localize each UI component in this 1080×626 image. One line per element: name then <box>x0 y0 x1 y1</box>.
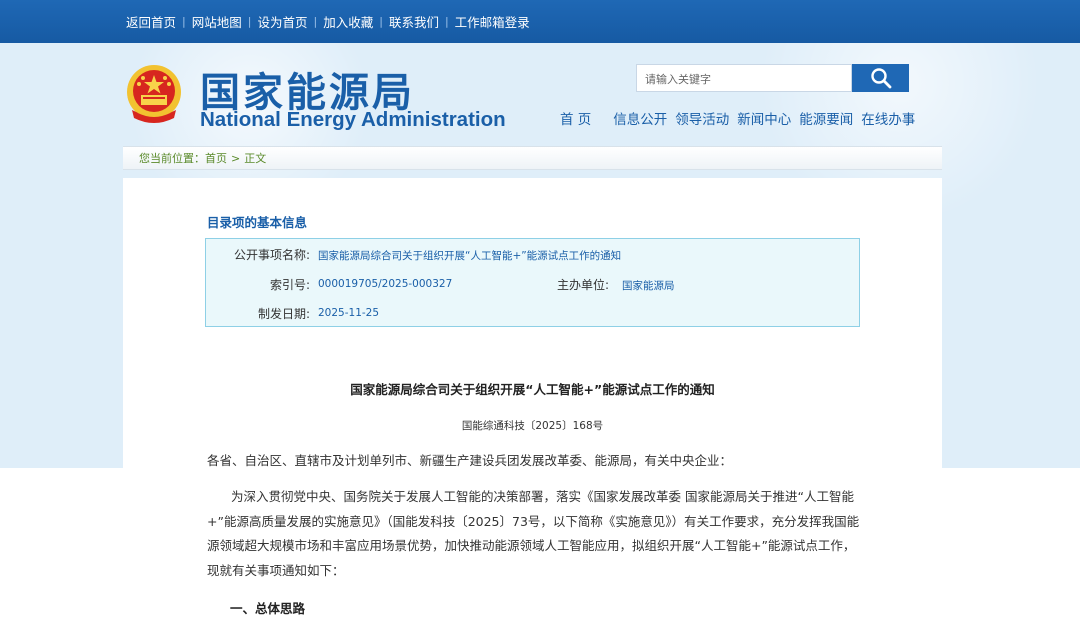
breadcrumb-separator: > <box>231 151 241 165</box>
nav-news-center[interactable]: 新闻中心 <box>737 108 791 128</box>
host-unit-value: 国家能源局 <box>622 280 675 292</box>
top-link-contact[interactable]: 联系我们 <box>389 12 439 31</box>
search-button[interactable] <box>852 64 909 92</box>
index-number-label: 索引号: <box>269 278 310 292</box>
top-link-separator: | <box>444 15 449 28</box>
nav-energy-news[interactable]: 能源要闻 <box>799 108 853 128</box>
breadcrumb-prefix: 您当前位置： <box>139 152 205 165</box>
top-link-separator: | <box>379 15 383 28</box>
breadcrumb-home[interactable]: 首页 <box>205 150 227 166</box>
nav-leader-activities[interactable]: 领导活动 <box>675 108 729 128</box>
document-number: 国能综通科技〔2025〕168号 <box>461 420 604 432</box>
top-link-separator: | <box>313 15 318 28</box>
top-link-set-homepage[interactable]: 设为首页 <box>257 12 307 31</box>
top-link-favorites[interactable]: 加入收藏 <box>323 12 373 31</box>
top-link-separator: | <box>182 15 186 28</box>
breadcrumb-current: 正文 <box>244 152 267 165</box>
search-icon <box>870 68 891 89</box>
document-section-heading: 一、总体思路 <box>230 601 306 616</box>
index-number-value: 000019705/2025-000327 <box>318 278 453 290</box>
search-input[interactable]: 请输入关键字 <box>636 64 852 92</box>
document-body-paragraph: 为深入贯彻党中央、国务院关于发展人工智能的决策部署，落实《国家发展改革委 国家能… <box>207 489 860 578</box>
document-recipients: 各省、自治区、直辖市及计划单列市、新疆生产建设兵团发展改革委、能源局，有关中央企… <box>207 453 733 468</box>
nav-online-services[interactable]: 在线办事 <box>861 108 915 128</box>
main-nav: 首 页 信息公开 领导活动 新闻中心 能源要闻 在线办事 <box>560 108 923 128</box>
top-bar: 返回首页 | 网站地图 | 设为首页 | 加入收藏 | 联系我们 | 工作邮箱登… <box>0 0 1080 44</box>
issue-date-value: 2025-11-25 <box>318 307 380 319</box>
host-unit-label: 主办单位: <box>556 278 609 292</box>
nav-home[interactable]: 首 页 <box>560 108 591 128</box>
nav-info-disclosure[interactable]: 信息公开 <box>613 108 667 128</box>
document-title: 国家能源局综合司关于组织开展“人工智能+”能源试点工作的通知 <box>350 382 715 397</box>
breadcrumb: 您当前位置： 首页 > 正文 <box>123 146 942 170</box>
top-link-separator: | <box>247 15 252 28</box>
top-link-mail-login[interactable]: 工作邮箱登录 <box>455 12 530 31</box>
catalog-info-box: 公开事项名称: 国家能源局综合司关于组织开展“人工智能+”能源试点工作的通知 索… <box>205 238 860 327</box>
top-link-sitemap[interactable]: 网站地图 <box>192 12 242 31</box>
national-emblem-icon <box>127 65 181 123</box>
issue-date-label: 制发日期: <box>257 307 310 321</box>
item-name-value: 国家能源局综合司关于组织开展“人工智能+”能源试点工作的通知 <box>318 250 622 262</box>
item-name-label: 公开事项名称: <box>233 248 310 262</box>
content-panel: 目录项的基本信息 公开事项名称: 国家能源局综合司关于组织开展“人工智能+”能源… <box>123 178 942 626</box>
site-title-en: National Energy Administration <box>200 108 506 131</box>
top-link-home[interactable]: 返回首页 <box>126 12 176 31</box>
top-links: 返回首页 | 网站地图 | 设为首页 | 加入收藏 | 联系我们 | 工作邮箱登… <box>126 0 530 43</box>
catalog-section-title: 目录项的基本信息 <box>207 215 308 230</box>
